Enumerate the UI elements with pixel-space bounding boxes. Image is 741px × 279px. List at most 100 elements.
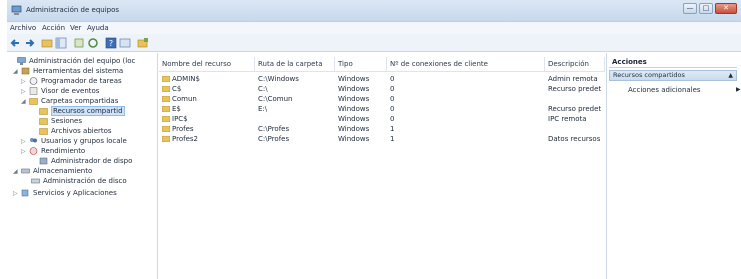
column-header-folder-path[interactable]: Ruta de la carpeta: [255, 57, 335, 71]
tree-item-label: Rendimiento: [41, 147, 86, 155]
tree-item-sessions[interactable]: Sesiones: [31, 116, 82, 126]
shared-folder-icon: [39, 128, 48, 135]
shared-folder-icon: [162, 96, 170, 102]
folder-path: C:\Comun: [258, 95, 293, 103]
tree-twisty[interactable]: ▷: [21, 88, 27, 95]
console-tree: Administración del equipo (loc ◢ Herrami…: [7, 53, 158, 279]
help-icon[interactable]: ?: [105, 37, 117, 49]
share-type: Windows: [338, 125, 370, 133]
close-button[interactable]: ✕: [715, 3, 737, 14]
toolbar: ?: [7, 34, 741, 52]
table-row[interactable]: ADMIN$ C:\Windows Windows 0 Admin remota: [159, 74, 605, 84]
table-row[interactable]: IPC$ Windows 0 IPC remota: [159, 114, 605, 124]
shared-folder-icon: [162, 136, 170, 142]
column-header-share-name[interactable]: Nombre del recurso: [159, 57, 255, 71]
export-icon[interactable]: [73, 37, 85, 49]
menu-ver[interactable]: Ver: [70, 24, 81, 32]
tree-twisty[interactable]: ▷: [21, 148, 27, 155]
column-header-client-connections[interactable]: Nº de conexiones de cliente: [387, 57, 545, 71]
storage-icon: [21, 168, 30, 174]
share-description: IPC remota: [548, 115, 587, 123]
client-connections: 0: [390, 95, 395, 103]
tree-item-open-files[interactable]: Archivos abiertos: [31, 126, 112, 136]
tree-item-task-scheduler[interactable]: ▷ Programador de tareas: [21, 76, 122, 86]
menu-accion[interactable]: Acción: [42, 24, 65, 32]
up-folder-icon[interactable]: [41, 37, 53, 49]
computer-icon: [17, 57, 26, 65]
tree-item-label: Servicios y Aplicaciones: [33, 189, 117, 197]
share-name: E$: [172, 105, 181, 113]
tree-item-label: Almacenamiento: [33, 167, 93, 175]
column-header-type[interactable]: Tipo: [335, 57, 387, 71]
tree-item-services-applications[interactable]: ▷ Servicios y Aplicaciones: [13, 188, 117, 198]
clock-icon: [29, 77, 38, 85]
menu-archivo[interactable]: Archivo: [10, 24, 36, 32]
tree-twisty[interactable]: ◢: [13, 68, 19, 75]
tree-twisty[interactable]: ▷: [13, 190, 19, 197]
tree-item-local-users-groups[interactable]: ▷ Usuarios y grupos locale: [21, 136, 127, 146]
maximize-button[interactable]: □: [699, 3, 713, 14]
share-name: Comun: [172, 95, 197, 103]
tree-item-event-viewer[interactable]: ▷ Visor de eventos: [21, 86, 99, 96]
tree-twisty[interactable]: ▷: [21, 138, 27, 145]
table-row[interactable]: Profes2 C:\Profes Windows 1 Datos recurs…: [159, 134, 605, 144]
table-row[interactable]: C$ C:\ Windows 0 Recurso predet: [159, 84, 605, 94]
minimize-button[interactable]: —: [683, 3, 697, 14]
tree-item-label: Administrador de dispo: [51, 157, 133, 165]
shared-folder-icon: [39, 118, 48, 125]
tree-item-label: Programador de tareas: [41, 77, 122, 85]
tree-item-device-manager[interactable]: Administrador de dispo: [31, 156, 132, 166]
forward-arrow-icon[interactable]: [23, 37, 35, 49]
table-row[interactable]: Profes C:\Profes Windows 1: [159, 124, 605, 134]
tree-item-performance[interactable]: ▷ Rendimiento: [21, 146, 85, 156]
tree-twisty[interactable]: ◢: [21, 98, 27, 105]
share-name: IPC$: [172, 115, 188, 123]
folder-path: C:\: [258, 85, 268, 93]
shared-folder-icon: [162, 86, 170, 92]
tree-item-label: Recursos compartid: [51, 106, 125, 116]
tree-item-disk-management[interactable]: Administración de disco: [23, 176, 127, 186]
menu-ayuda[interactable]: Ayuda: [87, 24, 109, 32]
shared-folder-icon: [162, 106, 170, 112]
shared-folder-icon: [162, 126, 170, 132]
actions-section-label: Recursos compartidos: [613, 71, 685, 79]
tree-twisty[interactable]: ▷: [21, 78, 27, 85]
column-header-description[interactable]: Descripción: [545, 57, 605, 71]
tree-item-storage[interactable]: ◢ Almacenamiento: [13, 166, 92, 176]
table-row[interactable]: E$ E:\ Windows 0 Recurso predet: [159, 104, 605, 114]
client-connections: 0: [390, 105, 395, 113]
show-hide-tree-icon[interactable]: [55, 37, 67, 49]
new-share-icon[interactable]: [137, 37, 149, 49]
back-arrow-icon[interactable]: [10, 37, 22, 49]
tree-item-shared-folders[interactable]: ◢ Carpetas compartidas: [21, 96, 118, 106]
share-name: ADMIN$: [172, 75, 200, 83]
table-row[interactable]: Comun C:\Comun Windows 0: [159, 94, 605, 104]
tree-item-label: Visor de eventos: [41, 87, 100, 95]
share-type: Windows: [338, 95, 370, 103]
event-viewer-icon: [29, 87, 38, 95]
tree-item-computer-management[interactable]: Administración del equipo (loc: [9, 56, 135, 66]
refresh-icon[interactable]: [87, 37, 99, 49]
share-description: Recurso predet: [548, 85, 602, 93]
share-description: [548, 94, 604, 104]
more-actions-link[interactable]: Acciones adicionales: [628, 86, 701, 94]
client-connections: 0: [390, 85, 395, 93]
disk-icon: [31, 178, 40, 184]
submenu-arrow-icon[interactable]: ▶: [736, 86, 741, 93]
app-window: Administración de equipos — □ ✕ Archivo …: [7, 0, 741, 279]
actions-pane: Acciones Recursos compartidos ▲ Acciones…: [606, 53, 741, 279]
window-controls: — □ ✕: [683, 3, 737, 17]
share-description: [548, 124, 604, 134]
tree-item-system-tools[interactable]: ◢ Herramientas del sistema: [13, 66, 123, 76]
tree-twisty[interactable]: ◢: [13, 168, 19, 175]
shared-folder-icon: [162, 116, 170, 122]
share-name: Profes2: [172, 135, 198, 143]
client-connections: 1: [390, 125, 395, 133]
tree-item-shares[interactable]: Recursos compartid: [31, 106, 125, 116]
collapse-caret-icon[interactable]: ▲: [728, 71, 733, 80]
folder-path: C:\Windows: [258, 75, 299, 83]
properties-icon[interactable]: [119, 37, 131, 49]
title-bar[interactable]: Administración de equipos — □ ✕: [7, 0, 741, 22]
actions-section-shares[interactable]: Recursos compartidos ▲: [609, 70, 737, 81]
performance-icon: [29, 147, 38, 155]
